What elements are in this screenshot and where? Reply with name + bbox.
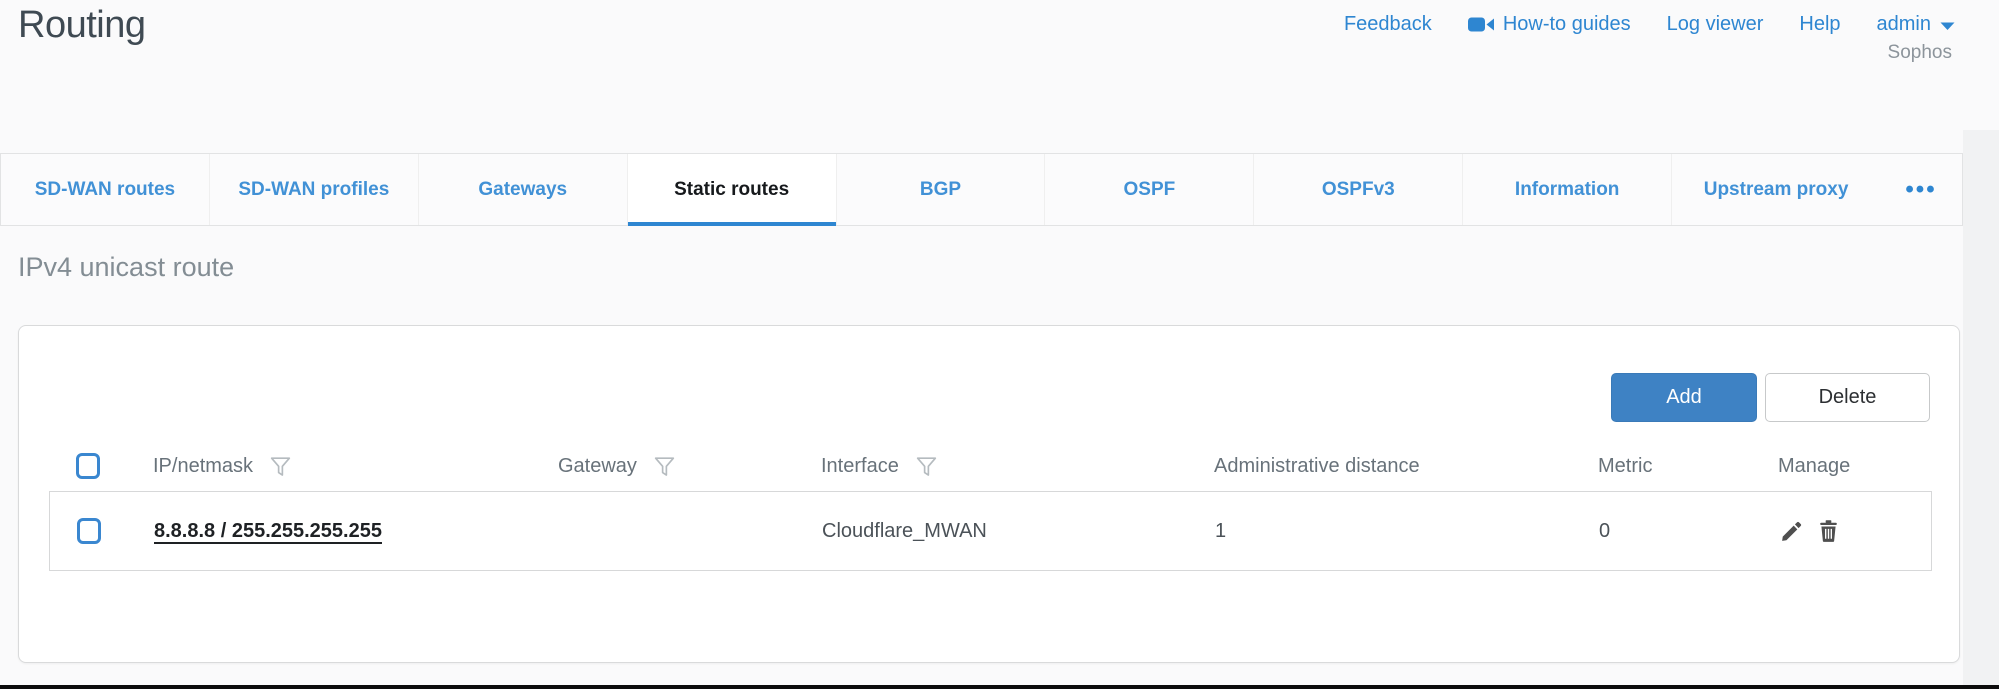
- tab-label: BGP: [920, 179, 961, 201]
- row-checkbox-cell: [50, 518, 154, 544]
- tab-sd-wan-routes[interactable]: SD-WAN routes: [1, 154, 209, 225]
- tab-label: OSPFv3: [1322, 179, 1395, 201]
- brand-label: Sophos: [1888, 42, 1952, 64]
- tab-label: Gateways: [478, 179, 567, 201]
- table-header: IP/netmask Gateway Interface Administrat…: [49, 438, 1932, 494]
- tab-label: SD-WAN profiles: [238, 179, 389, 201]
- column-header-manage: Manage: [1778, 455, 1932, 478]
- administrative-distance-cell: 1: [1215, 520, 1599, 543]
- tab-bar: SD-WAN routes SD-WAN profiles Gateways S…: [0, 153, 1963, 226]
- section-heading: IPv4 unicast route: [18, 252, 234, 283]
- column-label: Administrative distance: [1214, 455, 1420, 478]
- trash-icon[interactable]: [1816, 519, 1841, 544]
- column-header-gateway: Gateway: [558, 454, 821, 479]
- table-row: 8.8.8.8 / 255.255.255.255 Cloudflare_MWA…: [49, 491, 1932, 571]
- ellipsis-icon: •••: [1905, 176, 1936, 204]
- row-checkbox[interactable]: [77, 518, 101, 544]
- tab-label: OSPF: [1124, 179, 1176, 201]
- tab-upstream-proxy[interactable]: Upstream proxy: [1671, 154, 1880, 225]
- add-button[interactable]: Add: [1611, 373, 1757, 422]
- admin-menu[interactable]: admin: [1877, 13, 1955, 36]
- help-label: Help: [1799, 13, 1840, 36]
- tab-label: Information: [1515, 179, 1620, 201]
- column-header-interface: Interface: [821, 454, 1214, 479]
- column-label: Manage: [1778, 455, 1850, 478]
- column-label: Interface: [821, 455, 899, 478]
- route-link[interactable]: 8.8.8.8 / 255.255.255.255: [154, 520, 382, 542]
- select-all-checkbox[interactable]: [76, 453, 100, 479]
- help-link[interactable]: Help: [1799, 13, 1840, 36]
- log-viewer-label: Log viewer: [1667, 13, 1764, 36]
- column-header-ip-netmask: IP/netmask: [153, 454, 558, 479]
- column-label: IP/netmask: [153, 455, 253, 478]
- tab-ospf[interactable]: OSPF: [1044, 154, 1253, 225]
- tab-label: SD-WAN routes: [35, 179, 175, 201]
- tab-information[interactable]: Information: [1462, 154, 1671, 225]
- column-header-metric: Metric: [1598, 455, 1778, 478]
- funnel-icon[interactable]: [268, 454, 293, 479]
- chevron-down-icon: [1940, 19, 1955, 31]
- tab-bgp[interactable]: BGP: [836, 154, 1045, 225]
- tab-static-routes[interactable]: Static routes: [627, 154, 836, 225]
- header-nav: Feedback How-to guides Log viewer Help a…: [1344, 13, 1955, 36]
- tab-label: Upstream proxy: [1704, 179, 1849, 201]
- how-to-guides-link[interactable]: How-to guides: [1468, 13, 1631, 36]
- log-viewer-link[interactable]: Log viewer: [1667, 13, 1764, 36]
- tab-label: Static routes: [674, 179, 789, 201]
- delete-button[interactable]: Delete: [1765, 373, 1930, 422]
- header-checkbox-cell: [49, 453, 153, 479]
- routes-panel: Add Delete IP/netmask Gateway Interface …: [18, 325, 1960, 663]
- screen-bottom-edge: [0, 685, 1999, 689]
- metric-cell: 0: [1599, 520, 1779, 543]
- tab-overflow-menu[interactable]: •••: [1880, 154, 1962, 225]
- admin-menu-label: admin: [1877, 13, 1931, 36]
- manage-cell: [1779, 519, 1931, 544]
- funnel-icon[interactable]: [914, 454, 939, 479]
- column-label: Metric: [1598, 455, 1652, 478]
- toolbar: Add Delete: [1611, 373, 1930, 422]
- feedback-link-label: Feedback: [1344, 13, 1432, 36]
- tab-sd-wan-profiles[interactable]: SD-WAN profiles: [209, 154, 418, 225]
- column-label: Gateway: [558, 455, 637, 478]
- ip-netmask-cell: 8.8.8.8 / 255.255.255.255: [154, 520, 559, 543]
- feedback-link[interactable]: Feedback: [1344, 13, 1432, 36]
- page-title: Routing: [18, 4, 145, 47]
- right-gutter: [1963, 130, 1999, 689]
- video-camera-icon: [1468, 16, 1494, 33]
- pencil-icon[interactable]: [1779, 519, 1804, 544]
- interface-cell: Cloudflare_MWAN: [822, 520, 1215, 543]
- column-header-administrative-distance: Administrative distance: [1214, 455, 1598, 478]
- tab-gateways[interactable]: Gateways: [418, 154, 627, 225]
- how-to-guides-label: How-to guides: [1503, 13, 1631, 36]
- funnel-icon[interactable]: [652, 454, 677, 479]
- tab-ospfv3[interactable]: OSPFv3: [1253, 154, 1462, 225]
